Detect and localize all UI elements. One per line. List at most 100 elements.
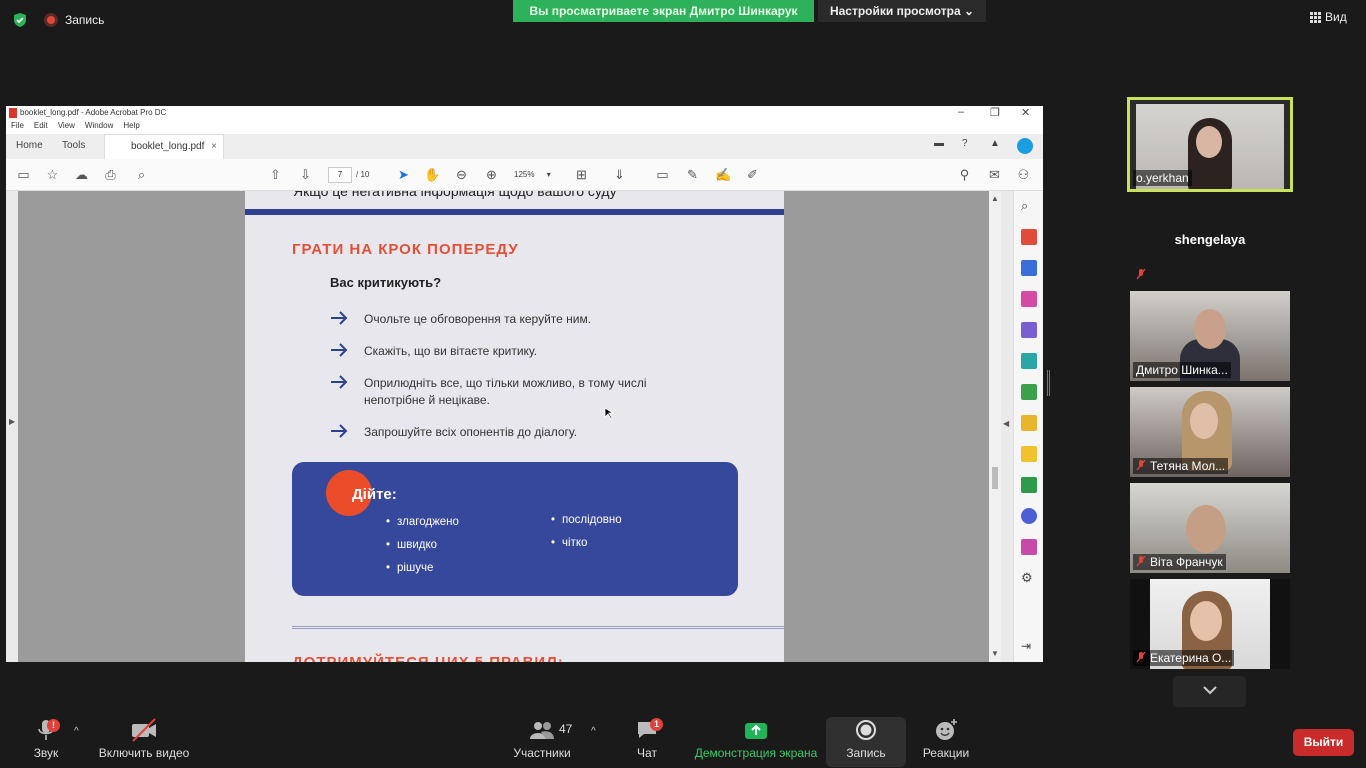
leave-meeting-button[interactable]: Выйти bbox=[1293, 729, 1354, 756]
close-tab-icon[interactable]: × bbox=[211, 141, 217, 152]
zoom-level-select[interactable]: 125% ▾ bbox=[514, 167, 559, 183]
participants-button[interactable]: Участники 47 bbox=[510, 718, 574, 760]
collapse-right-icon: ◀ bbox=[1003, 419, 1010, 428]
pdf-page: Якщо це негативна інформація щодо вашого… bbox=[245, 191, 784, 662]
fit-page-icon[interactable]: ⊞ bbox=[574, 168, 589, 182]
right-pane-toggle[interactable]: ◀ bbox=[1001, 191, 1013, 662]
comment-tool-icon[interactable]: ▭ bbox=[655, 168, 670, 182]
page-down-icon[interactable]: ⇩ bbox=[298, 168, 313, 182]
search-icon[interactable]: ⌕ bbox=[1021, 198, 1037, 214]
organize-pages-icon[interactable] bbox=[1021, 291, 1037, 307]
chat-button[interactable]: Чат 1 bbox=[630, 718, 664, 760]
comment-icon[interactable] bbox=[1021, 446, 1037, 462]
reactions-button[interactable]: Реакции bbox=[918, 718, 974, 760]
tab-tools[interactable]: Tools bbox=[62, 140, 85, 151]
page-up-icon[interactable]: ⇧ bbox=[268, 168, 283, 182]
participant-tile[interactable]: Екатерина О... bbox=[1130, 579, 1290, 669]
combine-files-icon[interactable] bbox=[1021, 353, 1037, 369]
close-icon[interactable]: ✕ bbox=[1021, 106, 1030, 119]
scroll-thumb[interactable] bbox=[992, 467, 998, 489]
print-icon[interactable]: ⎙ bbox=[103, 168, 118, 182]
left-pane-toggle[interactable]: ▶ bbox=[6, 191, 18, 662]
comment-icon[interactable]: ▬ bbox=[934, 138, 944, 149]
participant-face bbox=[1190, 601, 1222, 641]
scroll-down-icon[interactable]: ▼ bbox=[991, 649, 999, 658]
minimize-icon[interactable]: – bbox=[958, 106, 964, 118]
participants-scroll-down-button[interactable] bbox=[1173, 676, 1246, 707]
record-button-content: Запись bbox=[836, 718, 896, 760]
participant-face bbox=[1194, 309, 1226, 349]
participant-tile[interactable]: Дмитро Шинка... bbox=[1130, 291, 1290, 381]
participant-face bbox=[1186, 505, 1226, 553]
create-pdf-icon[interactable] bbox=[1021, 260, 1037, 276]
participant-tile[interactable]: o.yerkhan bbox=[1127, 97, 1293, 192]
arrow-right-icon bbox=[331, 311, 348, 325]
link-icon[interactable]: ⚲ bbox=[957, 168, 972, 182]
acrobat-toolbar: ▭ ☆ ☁ ⎙ ⌕ ⇧ ⇩ 7 / 10 ➤ ✋ ⊖ ⊕ 125% ▾ ⊞ ⇓ … bbox=[6, 159, 1043, 191]
zoom-value: 125% bbox=[514, 170, 535, 179]
collapse-pane-icon[interactable]: ⇥ bbox=[1021, 639, 1037, 655]
security-shield-icon[interactable] bbox=[12, 12, 28, 28]
fill-form-icon[interactable] bbox=[1021, 539, 1037, 555]
document-viewer[interactable]: ▶ Якщо це негативна інформація щодо вашо… bbox=[6, 191, 1043, 662]
zoom-in-icon[interactable]: ⊕ bbox=[484, 168, 499, 182]
audio-button[interactable]: Звук ! bbox=[30, 718, 62, 760]
participant-tile[interactable]: Віта Франчук bbox=[1130, 483, 1290, 573]
section-subtitle: Вас критикують? bbox=[330, 275, 442, 290]
section-title: ГРАТИ НА КРОК ПОПЕРЕДУ bbox=[292, 241, 519, 258]
participant-name-bar: Віта Франчук bbox=[1133, 554, 1226, 570]
start-video-button[interactable]: Включить видео bbox=[96, 718, 192, 760]
page-divider bbox=[292, 626, 784, 629]
zoom-out-icon[interactable]: ⊖ bbox=[454, 168, 469, 182]
hand-tool-icon[interactable]: ✋ bbox=[424, 168, 440, 182]
email-icon[interactable]: ✉ bbox=[987, 168, 1002, 182]
mic-muted-icon bbox=[1136, 652, 1146, 663]
participant-tile[interactable]: shengelaya bbox=[1130, 196, 1290, 286]
edit-pdf-icon[interactable] bbox=[1021, 322, 1037, 338]
scroll-up-icon[interactable]: ▲ bbox=[991, 194, 999, 203]
select-cursor-icon[interactable]: ➤ bbox=[396, 168, 411, 182]
bell-icon[interactable]: ▲ bbox=[990, 138, 1000, 149]
participants-options-caret[interactable]: ^ bbox=[591, 726, 596, 737]
account-avatar[interactable] bbox=[1017, 138, 1033, 154]
video-label: Включить видео bbox=[98, 746, 190, 760]
menu-view[interactable]: View bbox=[58, 121, 75, 134]
participant-tile[interactable]: Тетяна Мол... bbox=[1130, 387, 1290, 477]
mic-muted-icon bbox=[1136, 269, 1146, 280]
participant-name: Тетяна Мол... bbox=[1150, 459, 1226, 473]
more-tools-icon[interactable]: ⚙ bbox=[1021, 570, 1037, 586]
export-pdf-icon[interactable] bbox=[1021, 229, 1037, 245]
protect-icon[interactable] bbox=[1021, 508, 1037, 524]
menu-window[interactable]: Window bbox=[85, 121, 113, 134]
vertical-scrollbar[interactable]: ▲ ▼ bbox=[989, 191, 1001, 662]
share-screen-button[interactable]: Демонстрация экрана bbox=[693, 718, 819, 760]
tab-document[interactable]: booklet_long.pdf × bbox=[104, 134, 224, 159]
page-number-input[interactable]: 7 bbox=[328, 167, 352, 183]
help-icon[interactable]: ? bbox=[962, 138, 968, 149]
view-settings-button[interactable]: Настройки просмотра ⌄ bbox=[818, 0, 986, 22]
audio-options-caret[interactable]: ^ bbox=[74, 726, 79, 737]
menu-help[interactable]: Help bbox=[123, 121, 139, 134]
panel-resize-handle[interactable] bbox=[1047, 370, 1050, 396]
print-production-icon[interactable] bbox=[1021, 477, 1037, 493]
cloud-upload-icon[interactable]: ☁ bbox=[74, 168, 89, 182]
participant-name-bar: Тетяна Мол... bbox=[1133, 458, 1229, 474]
search-icon[interactable]: ⌕ bbox=[134, 168, 149, 182]
chevron-down-icon: ▾ bbox=[546, 170, 551, 179]
fill-sign-icon[interactable]: ✐ bbox=[745, 168, 760, 182]
add-user-icon[interactable]: ⚇ bbox=[1016, 168, 1031, 182]
view-layout-button[interactable]: Вид bbox=[1310, 10, 1347, 24]
acrobat-app-icon bbox=[9, 108, 17, 118]
compare-icon[interactable] bbox=[1021, 384, 1037, 400]
menu-file[interactable]: File bbox=[11, 121, 24, 134]
menu-edit[interactable]: Edit bbox=[34, 121, 48, 134]
highlight-pen-icon[interactable]: ✎ bbox=[685, 168, 700, 182]
sign-icon[interactable]: ✍ bbox=[715, 168, 731, 182]
request-signature-icon[interactable] bbox=[1021, 415, 1037, 431]
share-screen-icon bbox=[745, 723, 767, 739]
tab-home[interactable]: Home bbox=[16, 140, 43, 151]
star-icon[interactable]: ☆ bbox=[45, 168, 60, 182]
restore-icon[interactable]: ❐ bbox=[990, 106, 1000, 119]
save-icon[interactable]: ▭ bbox=[16, 168, 31, 182]
scroll-mode-icon[interactable]: ⇓ bbox=[612, 168, 627, 182]
